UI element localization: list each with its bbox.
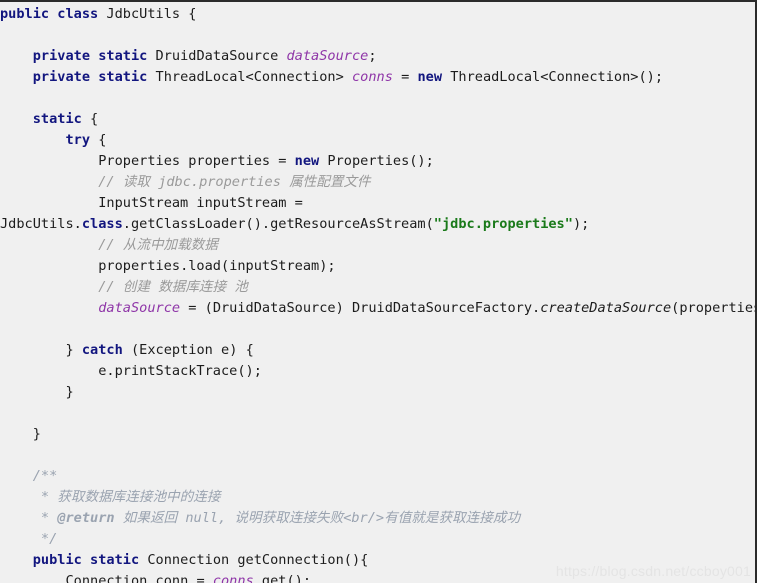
- code-line: } catch (Exception e) {: [65, 342, 254, 358]
- code-line: e.printStackTrace();: [0, 363, 262, 379]
- code-line: Properties properties = new Properties()…: [98, 153, 434, 169]
- code-line: InputStream inputStream =: [98, 195, 303, 211]
- code-line: // 创建 数据库连接 池: [98, 279, 248, 295]
- code-screenshot: public class JdbcUtils { private static …: [0, 0, 757, 583]
- java-code-block[interactable]: public class JdbcUtils { private static …: [0, 2, 757, 583]
- code-line: // 从流中加载数据: [98, 237, 218, 253]
- code-line: try {: [65, 132, 107, 148]
- code-line: Connection conn = conns.get();: [65, 573, 312, 583]
- code-line: public class JdbcUtils {: [0, 6, 197, 22]
- code-line: /**: [32, 468, 58, 484]
- code-line: dataSource = (DruidDataSource) DruidData…: [98, 300, 757, 316]
- code-line: // 读取 jdbc.properties 属性配置文件: [98, 174, 371, 190]
- code-line: * 获取数据库连接池中的连接: [40, 489, 221, 505]
- code-line: }: [65, 384, 74, 400]
- code-line: properties.load(inputStream);: [0, 258, 336, 274]
- code-line: public static Connection getConnection()…: [32, 552, 369, 568]
- code-line: */: [40, 531, 58, 547]
- code-line: static {: [32, 111, 99, 127]
- code-line: JdbcUtils.class.getClassLoader().getReso…: [0, 216, 590, 232]
- code-line: * @return 如果返回 null, 说明获取连接失败<br/>有值就是获取…: [40, 510, 521, 526]
- code-content: public class JdbcUtils { private static …: [0, 4, 757, 583]
- code-line: private static DruidDataSource dataSourc…: [32, 48, 377, 64]
- code-line: private static ThreadLocal<Connection> c…: [32, 69, 664, 85]
- code-line: }: [32, 426, 41, 442]
